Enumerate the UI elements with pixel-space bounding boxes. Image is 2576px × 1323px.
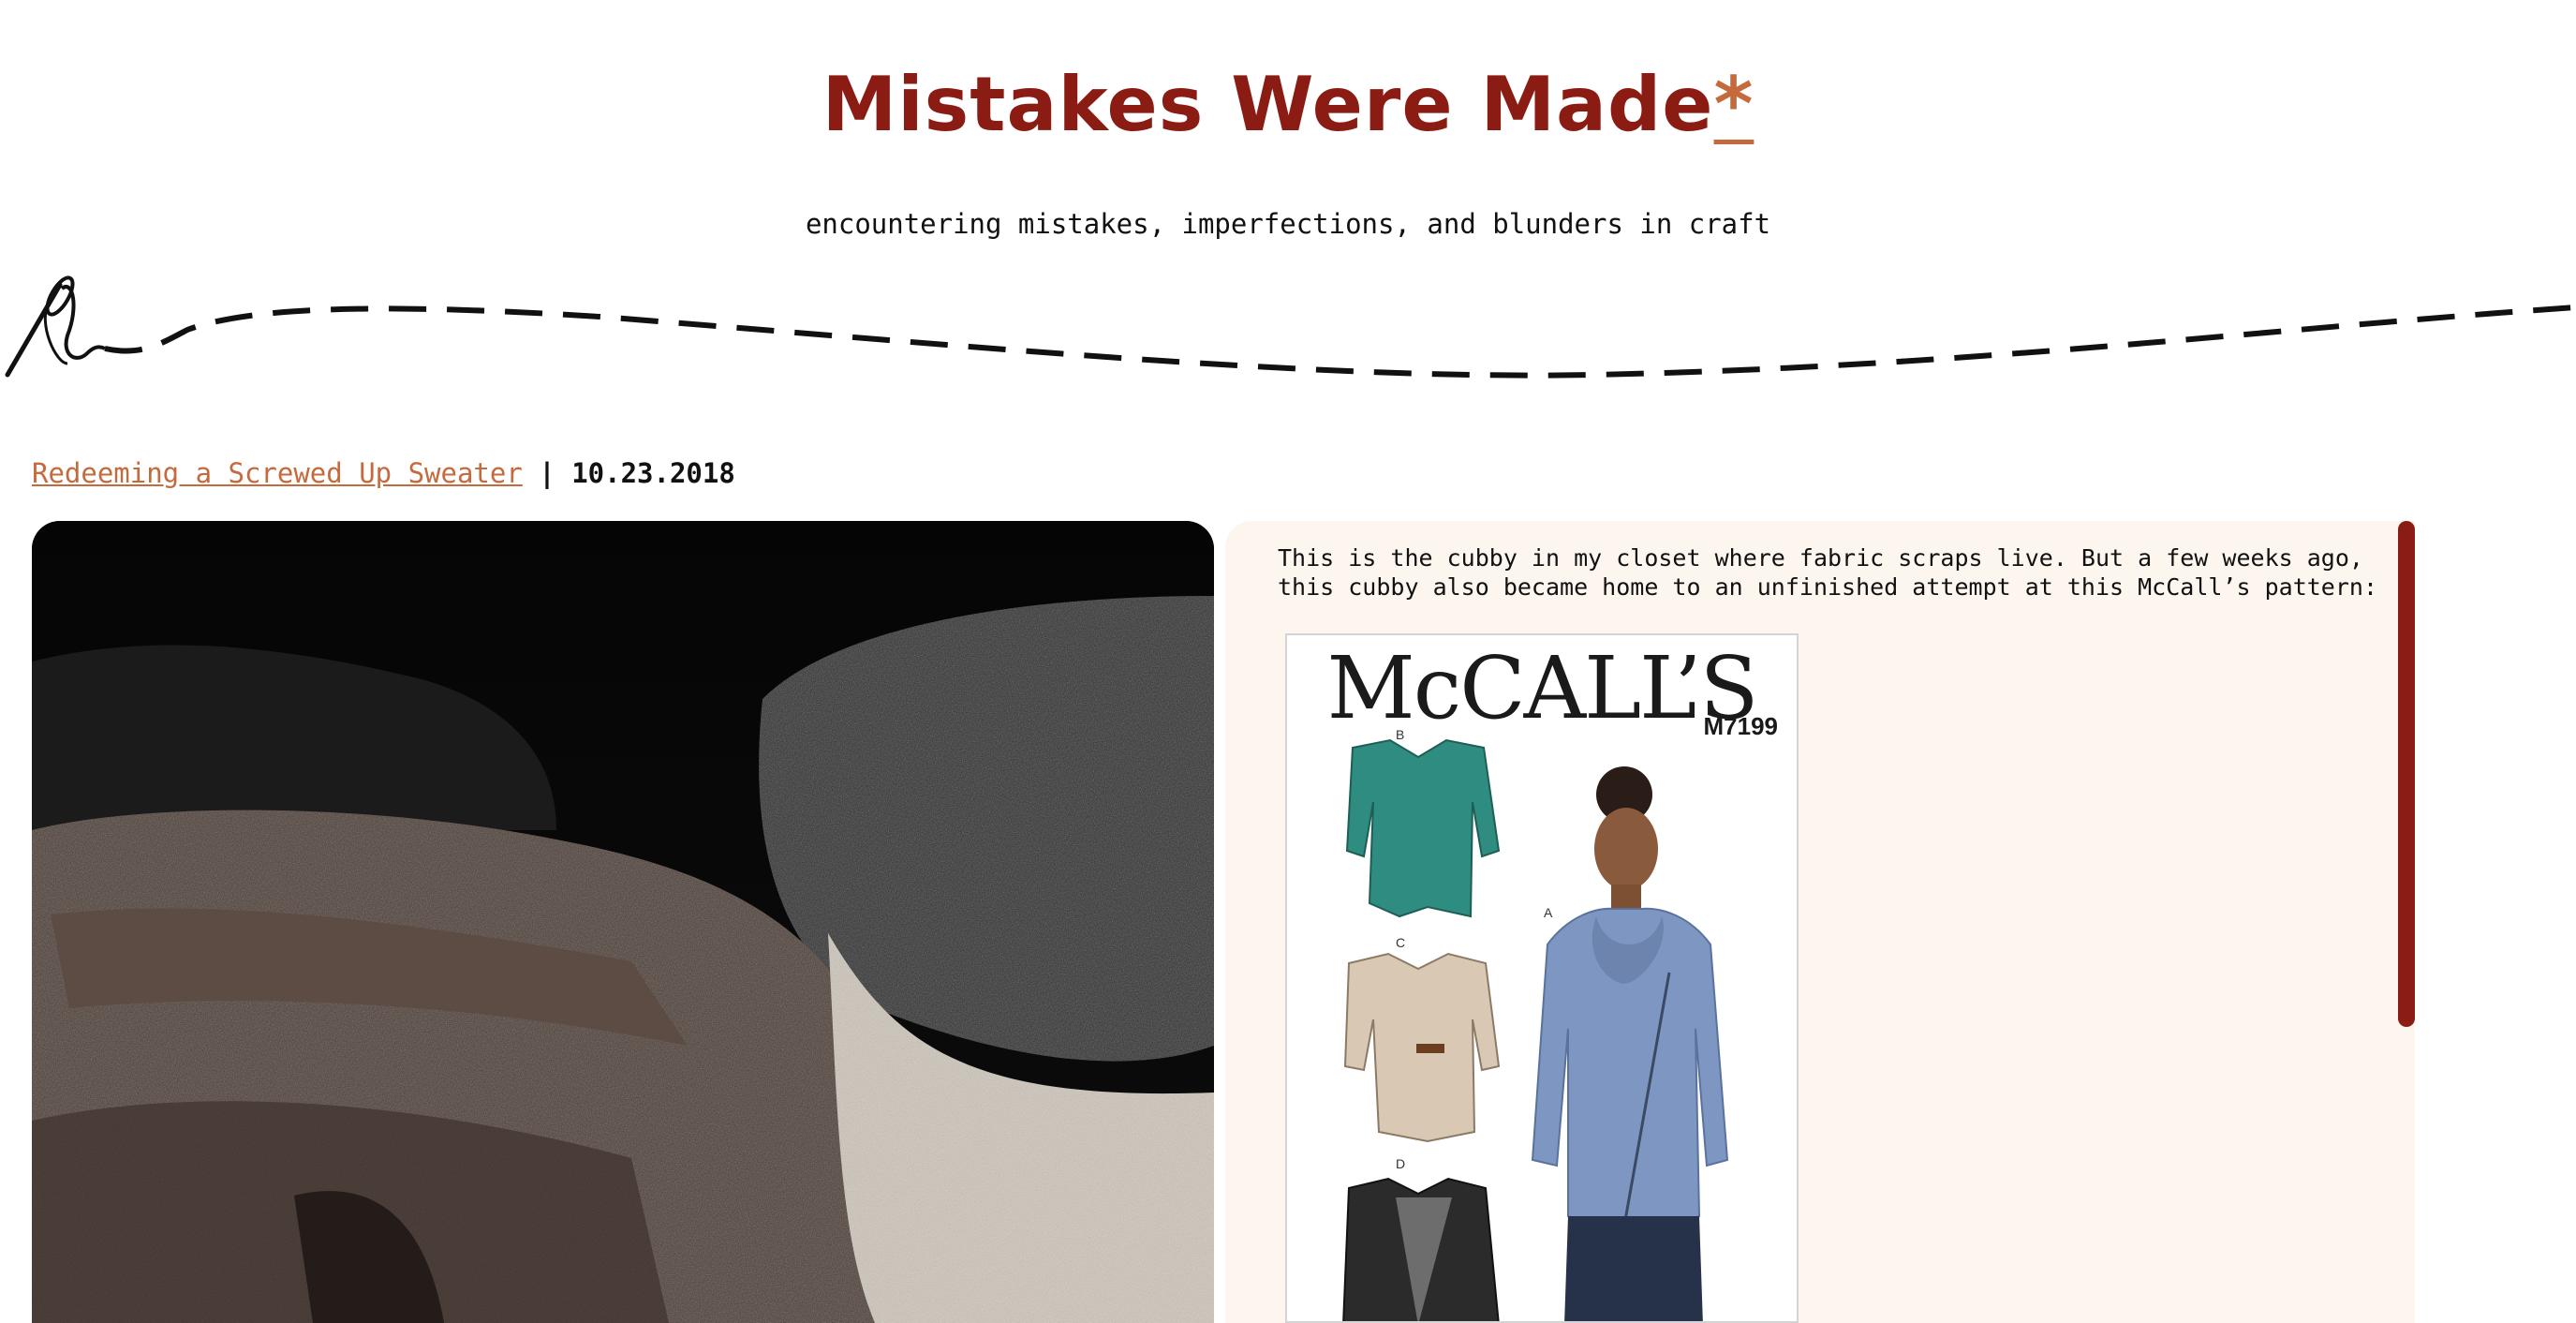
fabric-scraps-photo xyxy=(32,521,1214,1323)
post-title-link[interactable]: Redeeming a Screwed Up Sweater xyxy=(32,457,523,489)
site-title[interactable]: Mistakes Were Made* xyxy=(0,58,2576,152)
site-tagline: encountering mistakes, imperfections, an… xyxy=(805,208,1771,240)
needle-and-thread-icon xyxy=(5,275,2576,379)
site-title-text[interactable]: Mistakes Were Made xyxy=(822,61,1714,148)
mccalls-pattern-image: McCALL’S M7199 B C D A xyxy=(1285,633,1799,1323)
meta-separator: | xyxy=(539,457,555,489)
scrollbar-thumb[interactable] xyxy=(2398,521,2415,1027)
pattern-illustrations xyxy=(1342,738,1729,1321)
post-date: 10.23.2018 xyxy=(571,457,735,489)
title-asterisk[interactable]: * xyxy=(1714,61,1754,148)
post-photo xyxy=(32,521,1214,1323)
post-content-panel: This is the cubby in my closet where fab… xyxy=(1225,521,2415,1323)
dashed-thread xyxy=(104,305,2576,379)
post-meta: Redeeming a Screwed Up Sweater | 10.23.2… xyxy=(32,457,735,489)
needle-icon xyxy=(5,275,106,378)
post-paragraph: This is the cubby in my closet where fab… xyxy=(1278,544,2377,601)
